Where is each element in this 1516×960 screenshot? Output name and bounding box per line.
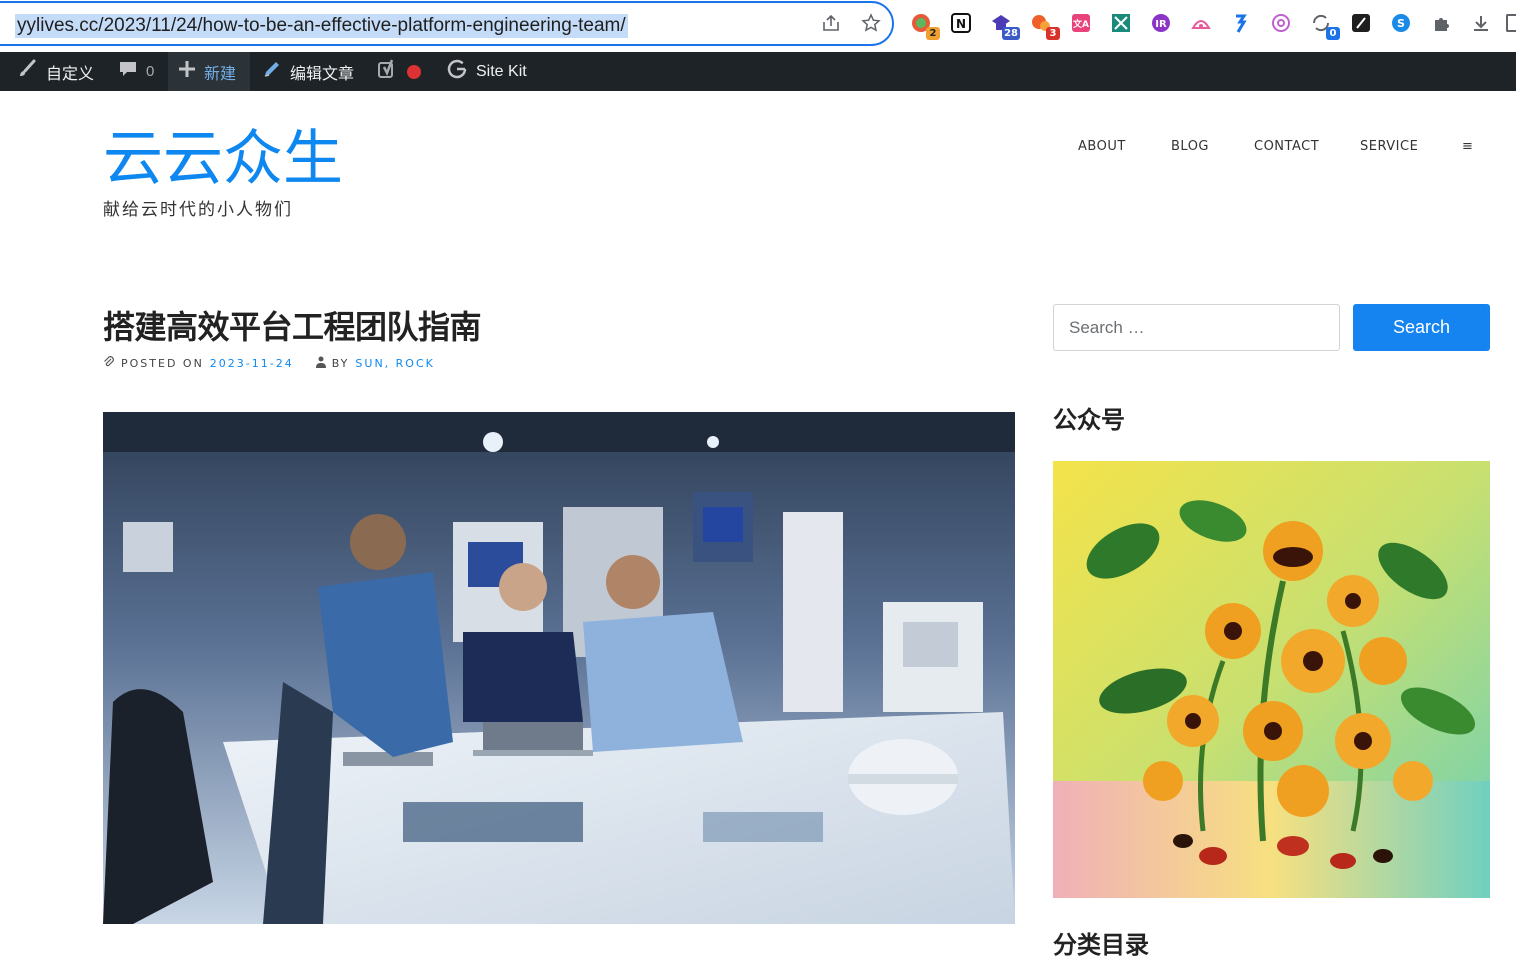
yoast-icon bbox=[377, 58, 399, 85]
admin-new-label: 新建 bbox=[204, 65, 237, 83]
nav-contact[interactable]: CONTACT bbox=[1254, 139, 1319, 154]
nav-blog[interactable]: BLOG bbox=[1171, 139, 1209, 154]
menu-toggle-icon[interactable]: ≡ bbox=[1462, 139, 1473, 154]
extension-5-icon[interactable]: 3 bbox=[1028, 10, 1060, 40]
paperclip-icon bbox=[103, 356, 115, 371]
brush-icon bbox=[16, 58, 38, 85]
comment-icon bbox=[118, 59, 138, 84]
admin-site-kit[interactable]: Site Kit bbox=[446, 52, 527, 91]
admin-site-kit-label: Site Kit bbox=[476, 62, 527, 80]
svg-text:IR: IR bbox=[1155, 19, 1167, 30]
extension-7-icon[interactable] bbox=[1108, 10, 1134, 36]
star-icon[interactable] bbox=[860, 12, 882, 34]
admin-yoast[interactable] bbox=[377, 52, 421, 91]
posted-on-label: POSTED ON bbox=[121, 357, 204, 370]
comments-count: 0 bbox=[146, 63, 155, 80]
puzzle-icon[interactable] bbox=[1428, 10, 1454, 36]
admin-edit-post[interactable]: 编辑文章 bbox=[262, 52, 354, 91]
notion-icon[interactable]: N bbox=[948, 10, 974, 36]
search-button[interactable]: Search bbox=[1353, 304, 1490, 351]
admin-comments[interactable]: 0 bbox=[118, 52, 154, 91]
post-date-link[interactable]: 2023-11-24 bbox=[210, 357, 294, 370]
admin-customize[interactable]: 自定义 bbox=[16, 52, 94, 91]
extension-13-icon[interactable] bbox=[1348, 10, 1374, 36]
wechat-image bbox=[1053, 461, 1490, 898]
svg-text:S: S bbox=[1397, 17, 1405, 30]
extension-14-icon[interactable]: S bbox=[1388, 10, 1414, 36]
admin-edit-post-label: 编辑文章 bbox=[290, 65, 355, 83]
svg-text:文A: 文A bbox=[1072, 18, 1089, 30]
extension-1-icon[interactable]: 2 bbox=[908, 10, 940, 40]
post-authors-link[interactable]: SUN, ROCK bbox=[355, 357, 434, 370]
featured-image bbox=[103, 412, 1015, 924]
admin-customize-label: 自定义 bbox=[46, 65, 95, 83]
search-input[interactable] bbox=[1053, 304, 1340, 351]
post-title: 搭建高效平台工程团队指南 bbox=[103, 308, 482, 346]
site-title[interactable]: 云云众生 bbox=[103, 126, 343, 192]
download-icon[interactable] bbox=[1468, 10, 1494, 36]
user-icon bbox=[315, 356, 326, 371]
seo-status-dot bbox=[407, 64, 421, 79]
chatgpt-icon[interactable] bbox=[1268, 10, 1294, 36]
nav-service[interactable]: SERVICE bbox=[1360, 139, 1418, 154]
site-tagline: 献给云时代的小人物们 bbox=[103, 200, 293, 220]
plus-icon bbox=[178, 60, 196, 83]
nav-about[interactable]: ABOUT bbox=[1078, 139, 1126, 154]
admin-new[interactable]: 新建 bbox=[168, 52, 250, 91]
widget-title-categories: 分类目录 bbox=[1053, 931, 1149, 959]
google-icon bbox=[446, 58, 468, 85]
browser-toolbar: yylives.cc/2023/11/24/how-to-be-an-effec… bbox=[0, 0, 1516, 52]
extension-12-icon[interactable]: 0 bbox=[1308, 10, 1340, 40]
widget-title-wechat: 公众号 bbox=[1053, 406, 1125, 434]
extension-4-icon[interactable]: 28 bbox=[988, 10, 1020, 40]
share-icon[interactable] bbox=[820, 12, 842, 34]
url-text[interactable]: yylives.cc/2023/11/24/how-to-be-an-effec… bbox=[15, 14, 628, 38]
svg-text:N: N bbox=[956, 17, 966, 31]
extension-10-icon[interactable] bbox=[1228, 10, 1254, 36]
by-label: BY bbox=[331, 357, 350, 370]
extension-9-icon[interactable] bbox=[1188, 10, 1214, 36]
post-meta: POSTED ON 2023-11-24 BY SUN, ROCK bbox=[103, 356, 435, 371]
extension-8-icon[interactable]: IR bbox=[1148, 10, 1174, 36]
address-bar[interactable]: yylives.cc/2023/11/24/how-to-be-an-effec… bbox=[0, 1, 894, 46]
pencil-icon bbox=[262, 59, 282, 84]
side-panel-icon[interactable] bbox=[1506, 14, 1516, 32]
wp-admin-bar: 自定义 0 新建 编辑文章 Site Kit bbox=[0, 52, 1516, 91]
translate-icon[interactable]: 文A bbox=[1068, 10, 1094, 36]
